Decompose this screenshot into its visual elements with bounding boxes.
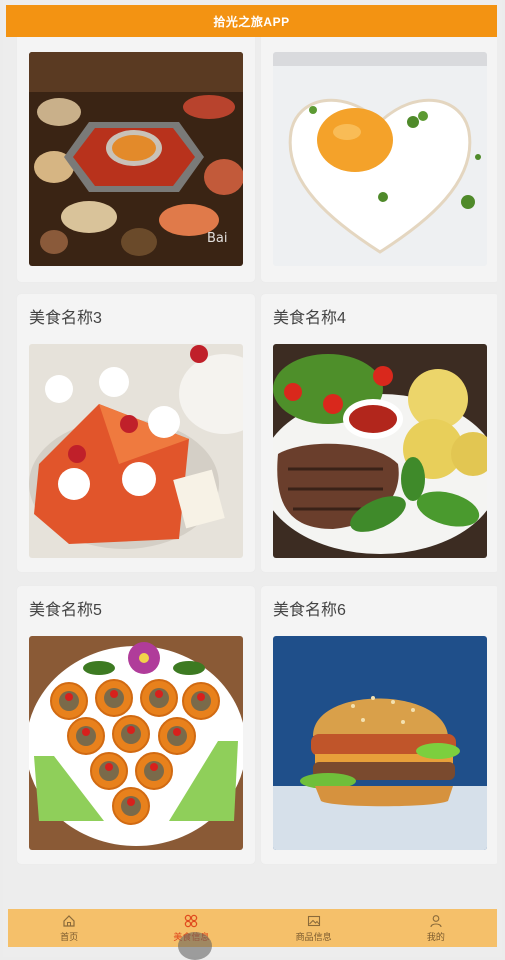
food-card[interactable]: Bai bbox=[17, 37, 255, 282]
food-card[interactable]: 美食名称5 bbox=[17, 586, 255, 864]
app-header: 拾光之旅APP bbox=[6, 5, 497, 37]
svg-text:Bai: Bai bbox=[207, 231, 228, 246]
food-image-heart-egg bbox=[273, 52, 487, 266]
home-icon bbox=[63, 914, 75, 927]
food-card[interactable]: 美食名称4 bbox=[261, 294, 497, 572]
food-image-burger bbox=[273, 636, 487, 850]
food-card[interactable]: 美食名称6 bbox=[261, 586, 497, 864]
food-list[interactable]: Bai 美食名称3 美食名称4 美食名称5 美食名称6 bbox=[6, 37, 497, 907]
food-name: 美食名称5 bbox=[29, 602, 102, 619]
tab-home[interactable]: 首页 bbox=[8, 909, 130, 947]
user-icon bbox=[430, 914, 442, 927]
food-image-cake bbox=[29, 344, 243, 558]
app-title: 拾光之旅APP bbox=[213, 14, 290, 29]
bottom-tab-bar: 首页 美食信息 商品信息 我的 bbox=[8, 909, 497, 947]
tab-label: 商品信息 bbox=[295, 931, 332, 942]
grid-icon bbox=[185, 914, 198, 927]
tab-label: 首页 bbox=[60, 931, 79, 942]
tab-mine[interactable]: 我的 bbox=[375, 909, 497, 947]
touch-indicator bbox=[178, 932, 212, 960]
food-name: 美食名称6 bbox=[273, 602, 346, 619]
food-image-hotpot: Bai bbox=[29, 52, 243, 266]
food-card[interactable] bbox=[261, 37, 497, 282]
food-name: 美食名称4 bbox=[273, 310, 346, 327]
food-image-platter bbox=[29, 636, 243, 850]
food-card[interactable]: 美食名称3 bbox=[17, 294, 255, 572]
tab-label: 我的 bbox=[426, 931, 445, 942]
food-name: 美食名称3 bbox=[29, 310, 102, 327]
image-icon bbox=[307, 915, 320, 926]
tab-product-info[interactable]: 商品信息 bbox=[253, 909, 375, 947]
food-image-steak-salad bbox=[273, 344, 487, 558]
